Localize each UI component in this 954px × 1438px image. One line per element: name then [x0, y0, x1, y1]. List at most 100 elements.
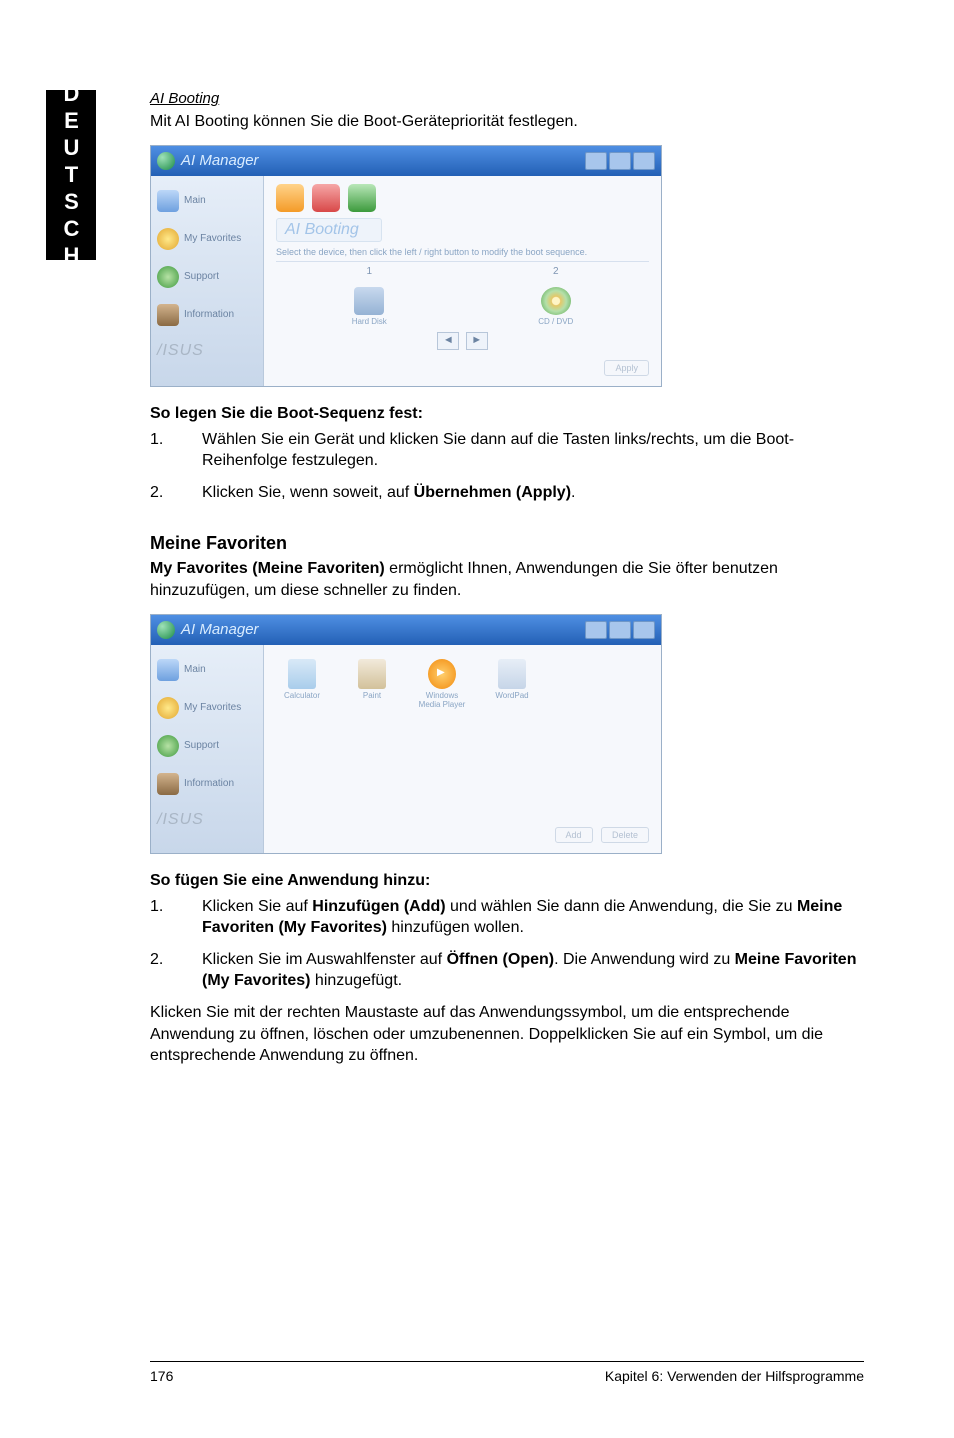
window-titlebar: AI Manager	[151, 615, 661, 645]
boot-device-cddvd[interactable]: CD / DVD	[538, 287, 573, 326]
move-right-button[interactable]: ►	[466, 332, 488, 350]
sidebar-item-label: Support	[184, 271, 219, 282]
favorites-steps-list: Klicken Sie auf Hinzufügen (Add) und wäh…	[150, 896, 864, 992]
boot-step-1: Wählen Sie ein Gerät und klicken Sie dan…	[150, 429, 864, 472]
sidebar-item-label: Information	[184, 309, 234, 320]
minimize-icon[interactable]	[585, 152, 607, 170]
boot-device-harddisk[interactable]: Hard Disk	[352, 287, 387, 326]
sidebar-item-information[interactable]: Information	[151, 296, 263, 334]
add-button[interactable]: Add	[555, 827, 593, 843]
toolbar-icon-1[interactable]	[276, 184, 304, 212]
favorite-label: Paint	[363, 691, 381, 700]
text: hinzugefügt.	[310, 972, 402, 989]
favorite-app-wmp[interactable]: Windows Media Player	[416, 659, 468, 709]
delete-button[interactable]: Delete	[601, 827, 649, 843]
vendor-logo: /ISUS	[151, 334, 263, 370]
apply-button[interactable]: Apply	[604, 360, 649, 376]
text: Klicken Sie im Auswahlfenster auf	[202, 951, 447, 968]
sidebar-support-icon	[157, 266, 179, 288]
sidebar-main-icon	[157, 659, 179, 681]
sidebar-item-information[interactable]: Information	[151, 765, 263, 803]
favorite-label: Windows Media Player	[419, 691, 466, 709]
text-bold: Hinzufügen (Add)	[312, 898, 445, 915]
cddvd-icon	[541, 287, 571, 315]
close-icon[interactable]	[633, 621, 655, 639]
ai-booting-intro: Mit AI Booting können Sie die Boot-Gerät…	[150, 111, 864, 133]
ai-manager-window-booting: AI Manager Main My Favorites	[150, 145, 662, 387]
page-number: 176	[150, 1368, 173, 1384]
sidebar-item-label: My Favorites	[184, 702, 241, 713]
sidebar-item-support[interactable]: Support	[151, 258, 263, 296]
window-titlebar: AI Manager	[151, 146, 661, 176]
device-label: CD / DVD	[538, 317, 573, 326]
window-title: AI Manager	[181, 621, 259, 638]
sidebar-item-favorites[interactable]: My Favorites	[151, 220, 263, 258]
favorite-label: WordPad	[495, 691, 528, 700]
text: . Die Anwendung wird zu	[554, 951, 735, 968]
sidebar-item-support[interactable]: Support	[151, 727, 263, 765]
maximize-icon[interactable]	[609, 152, 631, 170]
sidebar-item-favorites[interactable]: My Favorites	[151, 689, 263, 727]
media-player-icon	[428, 659, 456, 689]
favorite-app-paint[interactable]: Paint	[346, 659, 398, 700]
panel-title: AI Booting	[276, 218, 382, 242]
panel-hint: Select the device, then click the left /…	[276, 247, 649, 257]
sidebar-main-icon	[157, 190, 179, 212]
device-label: Hard Disk	[352, 317, 387, 326]
page-body: AI Booting Mit AI Booting können Sie die…	[0, 0, 954, 1438]
sidebar-item-label: My Favorites	[184, 233, 241, 244]
text-bold: Öffnen (Open)	[447, 951, 555, 968]
move-left-button[interactable]: ◄	[437, 332, 459, 350]
favorite-app-calculator[interactable]: Calculator	[276, 659, 328, 700]
boot-steps-title: So legen Sie die Boot-Sequenz fest:	[150, 405, 864, 423]
text: Klicken Sie, wenn soweit, auf	[202, 484, 414, 501]
favorites-intro: My Favorites (Meine Favoriten) ermöglich…	[150, 558, 864, 601]
boot-step-2: Klicken Sie, wenn soweit, auf Übernehmen…	[150, 482, 864, 504]
favorite-label: Calculator	[284, 691, 320, 700]
boot-steps-list: Wählen Sie ein Gerät und klicken Sie dan…	[150, 429, 864, 504]
window-title: AI Manager	[181, 152, 259, 169]
favorites-step-2: Klicken Sie im Auswahlfenster auf Öffnen…	[150, 949, 864, 992]
sidebar-item-label: Main	[184, 664, 206, 675]
app-logo-icon	[157, 152, 175, 170]
page-footer: 176 Kapitel 6: Verwenden der Hilfsprogra…	[150, 1361, 864, 1384]
calculator-icon	[288, 659, 316, 689]
close-icon[interactable]	[633, 152, 655, 170]
main-panel: AI Booting Select the device, then click…	[264, 176, 661, 386]
sidebar-support-icon	[157, 735, 179, 757]
vendor-logo: /ISUS	[151, 803, 263, 839]
minimize-icon[interactable]	[585, 621, 607, 639]
sidebar-item-main[interactable]: Main	[151, 651, 263, 689]
text: hinzufügen wollen.	[387, 919, 524, 936]
boot-col-1: 1	[276, 261, 463, 281]
sidebar: Main My Favorites Support Information	[151, 176, 264, 386]
text: Klicken Sie auf	[202, 898, 312, 915]
text: und wählen Sie dann die Anwendung, die S…	[446, 898, 797, 915]
ai-booting-heading: AI Booting	[150, 90, 864, 107]
sidebar-favorites-icon	[157, 228, 179, 250]
maximize-icon[interactable]	[609, 621, 631, 639]
sidebar-item-main[interactable]: Main	[151, 182, 263, 220]
text: .	[571, 484, 575, 501]
sidebar-item-label: Main	[184, 195, 206, 206]
favorites-steps-title: So fügen Sie eine Anwendung hinzu:	[150, 872, 864, 890]
sidebar-favorites-icon	[157, 697, 179, 719]
wordpad-icon	[498, 659, 526, 689]
favorite-app-wordpad[interactable]: WordPad	[486, 659, 538, 700]
toolbar-icon-2[interactable]	[312, 184, 340, 212]
favorites-closing: Klicken Sie mit der rechten Maustaste au…	[150, 1002, 864, 1067]
favorites-heading: Meine Favoriten	[150, 533, 864, 554]
toolbar-icon-3[interactable]	[348, 184, 376, 212]
toolbar	[276, 184, 649, 212]
ai-manager-window-favorites: AI Manager Main My Favorites	[150, 614, 662, 854]
boot-col-2: 2	[463, 261, 650, 281]
favorites-step-1: Klicken Sie auf Hinzufügen (Add) und wäh…	[150, 896, 864, 939]
sidebar-information-icon	[157, 304, 179, 326]
sidebar-information-icon	[157, 773, 179, 795]
sidebar: Main My Favorites Support Information	[151, 645, 264, 853]
text-bold: Übernehmen (Apply)	[414, 484, 571, 501]
text-bold: My Favorites (Meine Favoriten)	[150, 560, 385, 577]
paint-icon	[358, 659, 386, 689]
main-panel: Calculator Paint Windows Media Player	[264, 645, 661, 853]
sidebar-item-label: Information	[184, 778, 234, 789]
